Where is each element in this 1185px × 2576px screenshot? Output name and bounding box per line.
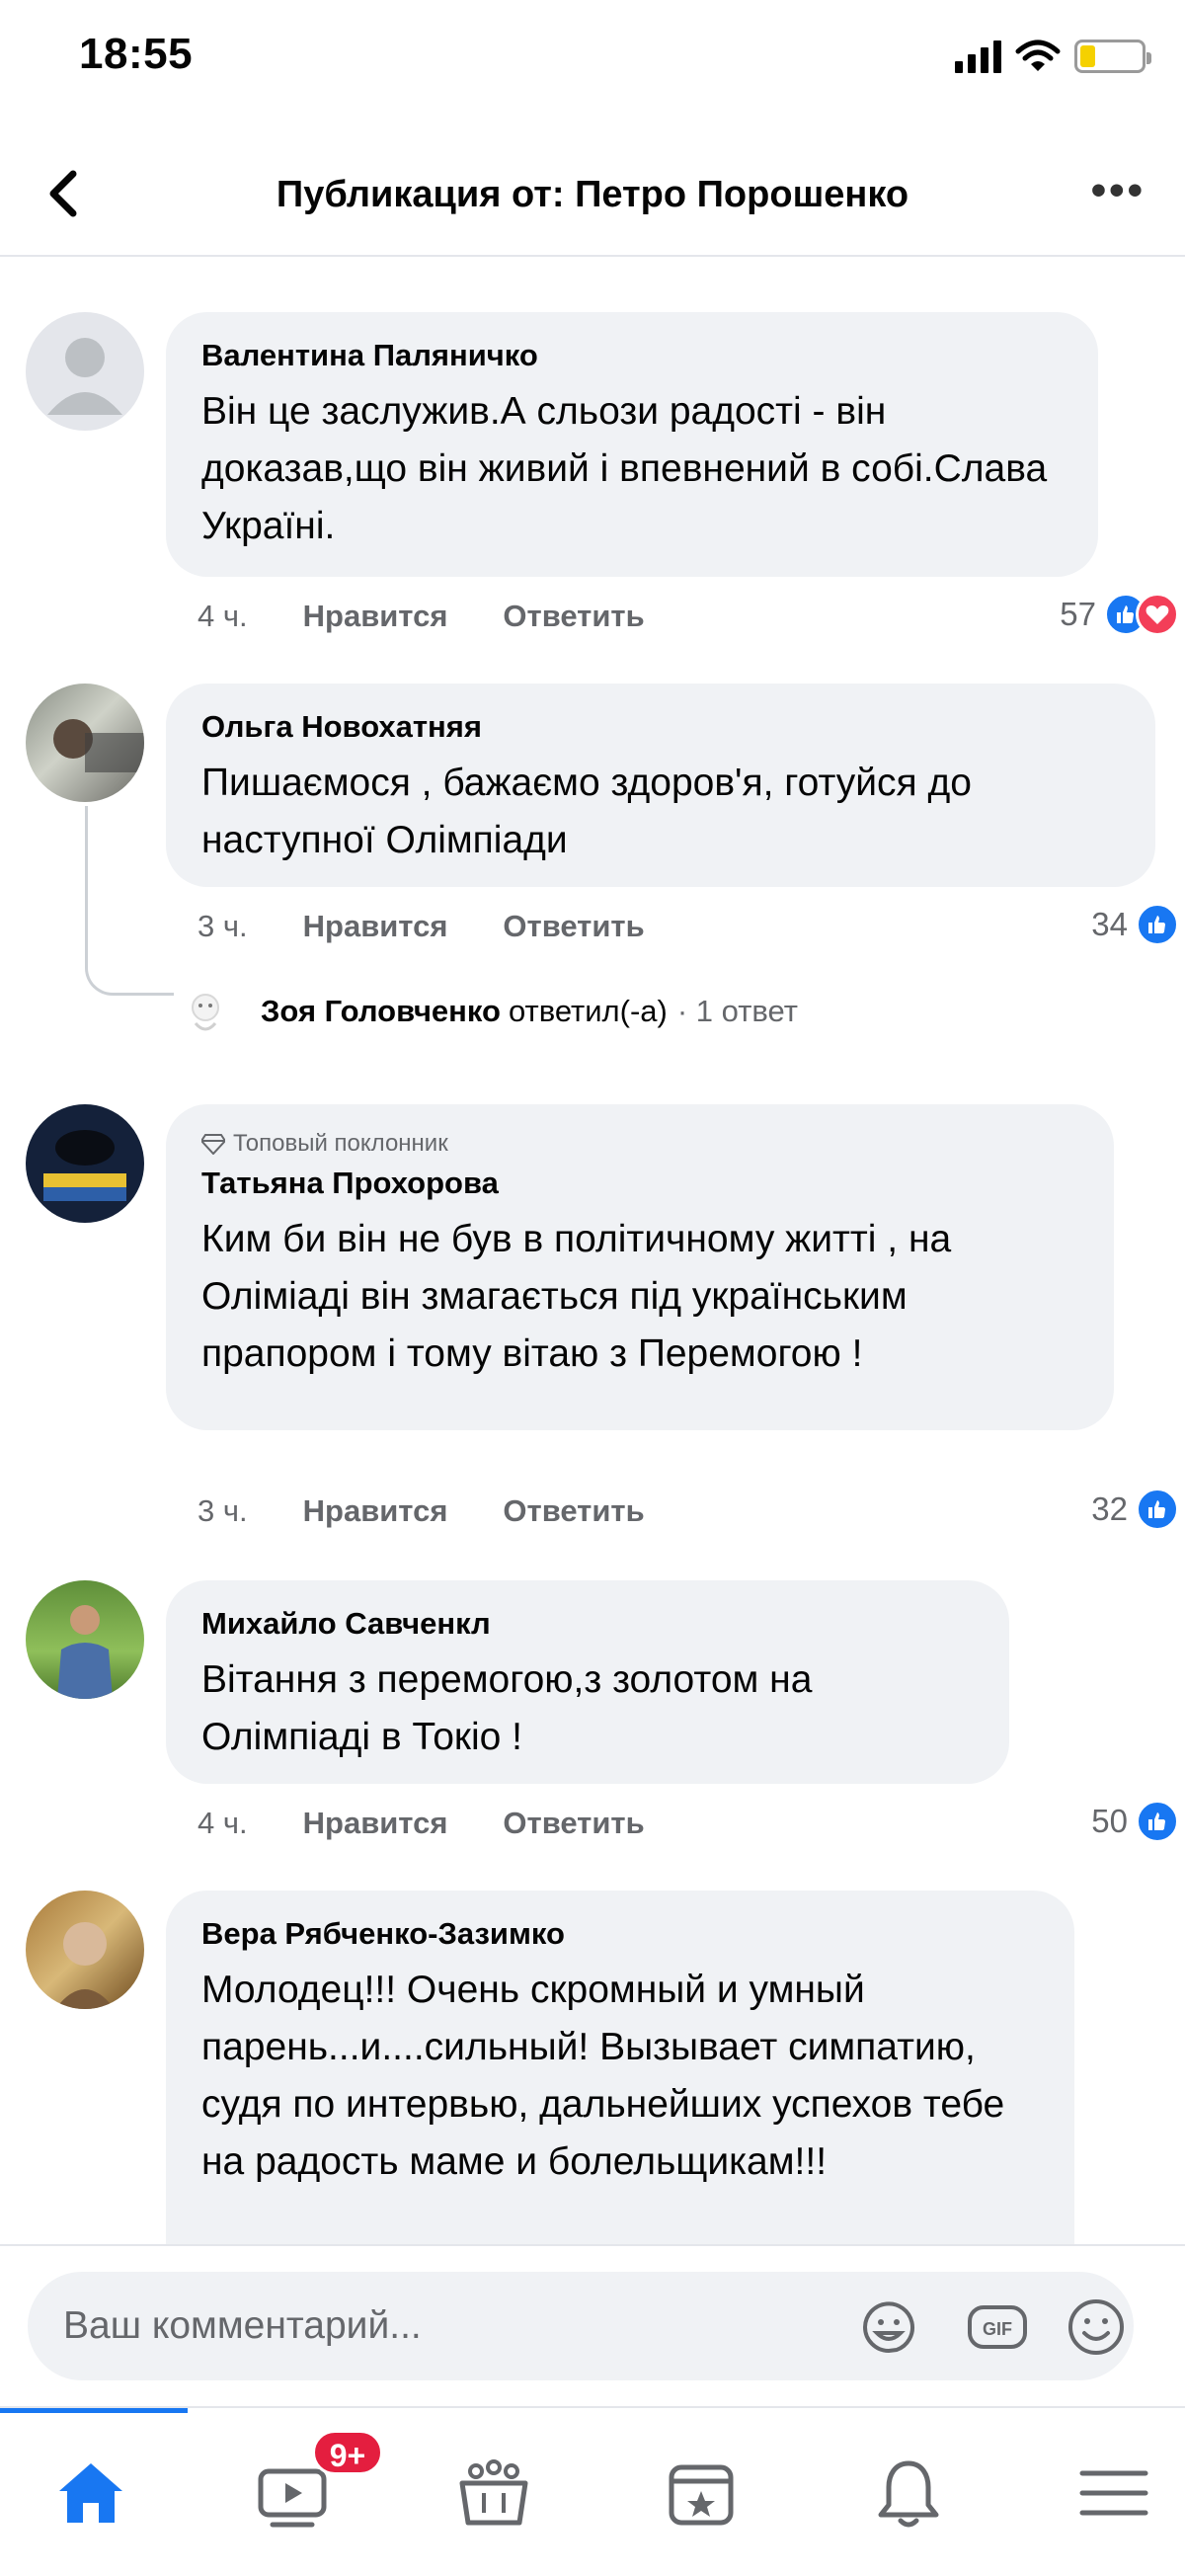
comment-actions: 4 ч. Нравится Ответить — [198, 1806, 645, 1841]
gif-label: GIF — [983, 2319, 1012, 2339]
reply-avatar — [178, 984, 233, 1039]
like-reaction-icon — [1136, 903, 1179, 946]
comment-author[interactable]: Ольга Новохатняя — [201, 709, 1120, 745]
comment-author[interactable]: Татьяна Прохорова — [201, 1166, 1078, 1201]
like-reaction-icon — [1136, 1800, 1179, 1843]
reactions[interactable]: 34 — [1091, 903, 1179, 946]
reply-button[interactable]: Ответить — [503, 1806, 644, 1841]
status-time: 18:55 — [79, 30, 194, 78]
active-tab-indicator — [0, 2408, 188, 2413]
comment-time: 4 ч. — [198, 599, 248, 633]
reactions[interactable]: 50 — [1091, 1800, 1179, 1843]
avatar[interactable] — [26, 1104, 144, 1223]
reply-author: Зоя Головченко — [261, 994, 501, 1028]
like-reaction-icon — [1136, 1488, 1179, 1531]
like-button[interactable]: Нравится — [303, 599, 448, 634]
comment-bubble[interactable]: Ольга Новохатняя Пишаємося , бажаємо здо… — [166, 684, 1155, 887]
comment-text: Ким би він не був в політичному житті , … — [201, 1218, 952, 1375]
reply-verb: ответил(-а) — [508, 994, 668, 1028]
reply-count: · 1 ответ — [676, 994, 798, 1028]
comment-author[interactable]: Вера Рябченко-Зазимко — [201, 1916, 1039, 1952]
wifi-icon — [1015, 40, 1061, 71]
top-fan-badge: Топовый поклонник — [201, 1130, 1078, 1158]
battery-icon — [1074, 40, 1151, 73]
comment-text: Вітання з перемогою,з золотом на Олімпіа… — [201, 1658, 813, 1758]
comment-author[interactable]: Михайло Савченкл — [201, 1606, 974, 1642]
status-icons — [955, 40, 1151, 73]
comment-composer: Ваш комментарий... GIF — [0, 2244, 1185, 2402]
view-replies-link[interactable]: Зоя Головченко ответил(-а) · 1 ответ — [178, 984, 798, 1039]
status-bar: 18:55 — [0, 0, 1185, 119]
photo-avatar — [55, 1922, 115, 2009]
cellular-signal-icon — [955, 40, 1001, 73]
photo-avatar — [53, 719, 144, 772]
comment-text: Молодец!!! Очень скромный и умный парень… — [201, 1969, 1005, 2183]
battery-level — [1080, 45, 1095, 67]
groups-icon[interactable] — [454, 2454, 533, 2533]
emoji-icon[interactable] — [1065, 2295, 1128, 2359]
more-options-icon[interactable]: ••• — [1091, 169, 1146, 212]
comment-time: 4 ч. — [198, 1806, 248, 1840]
default-avatar-icon — [47, 338, 122, 415]
video-notification-badge: 9+ — [312, 2430, 383, 2475]
pages-icon[interactable] — [662, 2454, 741, 2533]
like-button[interactable]: Нравится — [303, 1493, 448, 1529]
sticker-icon[interactable] — [857, 2295, 920, 2359]
comment-input[interactable]: Ваш комментарий... GIF — [28, 2272, 1134, 2380]
diamond-icon — [201, 1134, 225, 1155]
reaction-count: 57 — [1060, 596, 1096, 632]
comment-time: 3 ч. — [198, 1493, 248, 1528]
comment-text: Пишаємося , бажаємо здоров'я, готуйся до… — [201, 762, 972, 861]
photo-avatar — [43, 1130, 126, 1201]
bottom-tab-bar: 9+ — [0, 2406, 1185, 2576]
comment-placeholder: Ваш комментарий... — [63, 2304, 422, 2347]
reply-button[interactable]: Ответить — [503, 909, 644, 944]
comment-actions: 3 ч. Нравится Ответить — [198, 1493, 645, 1529]
reaction-count: 32 — [1091, 1490, 1128, 1527]
page-title: Публикация от: Петро Порошенко — [276, 174, 909, 215]
comment-bubble[interactable]: Топовый поклонник Татьяна Прохорова Ким … — [166, 1104, 1114, 1430]
badge-label: Топовый поклонник — [233, 1130, 448, 1157]
comment-bubble[interactable]: Михайло Савченкл Вітання з перемогою,з з… — [166, 1580, 1009, 1784]
comment-text: Він це заслужив.А сльози радості - він д… — [201, 390, 1048, 547]
reaction-count: 34 — [1091, 906, 1128, 942]
like-button[interactable]: Нравится — [303, 1806, 448, 1841]
reply-button[interactable]: Ответить — [503, 599, 644, 634]
avatar[interactable] — [26, 684, 144, 802]
reply-button[interactable]: Ответить — [503, 1493, 644, 1529]
avatar[interactable] — [26, 1580, 144, 1699]
love-reaction-icon — [1136, 593, 1179, 636]
reaction-count: 50 — [1091, 1803, 1128, 1839]
comment-bubble[interactable]: Вера Рябченко-Зазимко Молодец!!! Очень с… — [166, 1891, 1074, 2286]
comment-time: 3 ч. — [198, 909, 248, 943]
reactions[interactable]: 32 — [1091, 1488, 1179, 1531]
bell-icon[interactable] — [869, 2454, 948, 2533]
like-button[interactable]: Нравится — [303, 909, 448, 944]
comment-bubble[interactable]: Валентина Паляничко Він це заслужив.А сл… — [166, 312, 1098, 577]
comment-actions: 3 ч. Нравится Ответить — [198, 909, 645, 944]
home-icon[interactable] — [51, 2454, 130, 2533]
photo-avatar — [57, 1605, 113, 1699]
gif-icon[interactable]: GIF — [966, 2295, 1029, 2359]
menu-icon[interactable] — [1074, 2454, 1153, 2533]
reply-thread-line — [85, 806, 174, 996]
reactions[interactable]: 57 — [1060, 593, 1179, 636]
avatar[interactable] — [26, 1891, 144, 2009]
avatar[interactable] — [26, 312, 144, 431]
comment-actions: 4 ч. Нравится Ответить — [198, 599, 645, 634]
comment-author[interactable]: Валентина Паляничко — [201, 338, 1063, 373]
post-header: Публикация от: Петро Порошенко ••• — [0, 138, 1185, 257]
